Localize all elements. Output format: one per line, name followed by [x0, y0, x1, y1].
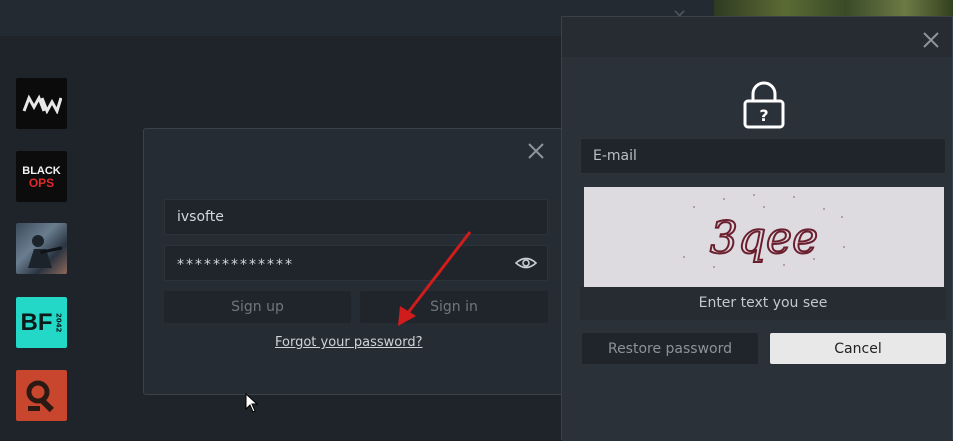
password-field[interactable]: *************: [164, 245, 548, 281]
background-image-strip: [714, 0, 953, 16]
eye-icon[interactable]: [515, 254, 537, 272]
email-placeholder: E-mail: [593, 148, 637, 164]
game-tile-soldier[interactable]: [16, 223, 67, 274]
rust-logo-icon: [26, 380, 54, 412]
mouse-cursor-icon: [245, 393, 259, 413]
game-tile-mw[interactable]: [16, 78, 67, 129]
captcha-text: 3qee: [710, 213, 818, 264]
bf-logo-icon: BF 2042: [20, 308, 63, 336]
restore-dialog-header: [562, 17, 952, 57]
mw-logo-icon: [22, 93, 62, 114]
close-icon[interactable]: [524, 139, 548, 163]
game-tile-black-ops[interactable]: BLACK OPS: [16, 151, 67, 202]
restore-password-button[interactable]: Restore password: [582, 333, 758, 364]
captcha-image: 3qee: [584, 187, 944, 287]
username-field[interactable]: ivsofte: [164, 199, 548, 235]
signup-button[interactable]: Sign up: [164, 291, 351, 323]
captcha-hint-field[interactable]: Enter text you see: [580, 287, 946, 320]
soldier-art-icon: [28, 235, 63, 268]
login-dialog: ivsofte ************* Sign up Sign in Fo…: [143, 128, 563, 395]
email-field[interactable]: E-mail: [580, 138, 946, 174]
password-value: *************: [177, 257, 294, 273]
lock-question-icon: ?: [743, 81, 785, 129]
annotation-arrow-icon: [398, 231, 472, 326]
game-tile-rust[interactable]: [16, 370, 67, 421]
username-value: ivsofte: [177, 209, 224, 225]
captcha-hint-label: Enter text you see: [698, 295, 828, 311]
game-tile-bf2042[interactable]: BF 2042: [16, 297, 67, 348]
cancel-button[interactable]: Cancel: [770, 333, 946, 364]
close-icon[interactable]: [920, 29, 942, 51]
restore-password-dialog: ? E-mail 3qee Enter text you see Restore…: [561, 16, 953, 441]
forgot-password-link[interactable]: Forgot your password?: [275, 335, 423, 350]
black-ops-logo-icon: BLACK OPS: [22, 164, 61, 190]
svg-text:?: ?: [759, 106, 768, 125]
